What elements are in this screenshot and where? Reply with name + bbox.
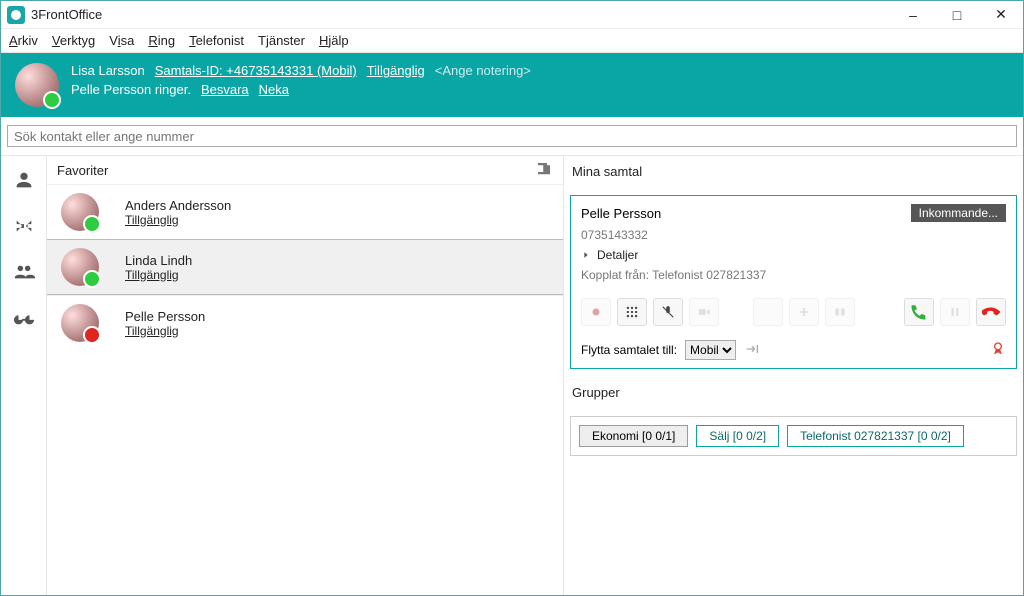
- main-area: Favoriter Anders Andersson Tillgänglig L…: [1, 156, 1023, 595]
- minimize-button[interactable]: –: [891, 1, 935, 29]
- favorites-panel: Favoriter Anders Andersson Tillgänglig L…: [47, 156, 563, 595]
- groups-box: Ekonomi [0 0/1] Sälj [0 0/2] Telefonist 02…: [570, 416, 1017, 456]
- group-button[interactable]: Telefonist 027821337 [0 0/2]: [787, 425, 964, 447]
- avatar: [61, 304, 99, 342]
- nav-rail: [1, 156, 47, 595]
- incoming-call-text: Pelle Persson ringer.: [71, 82, 191, 97]
- app-icon: [7, 6, 25, 24]
- group-button[interactable]: Sälj [0 0/2]: [696, 425, 779, 447]
- favorite-status[interactable]: Tillgänglig: [125, 324, 205, 338]
- transfer-button[interactable]: [753, 298, 783, 326]
- call-details-toggle[interactable]: Detaljer: [581, 248, 1006, 262]
- caller-id-link[interactable]: Samtals-ID: +46735143331 (Mobil): [155, 63, 357, 78]
- answer-button[interactable]: [904, 298, 934, 326]
- favorite-name: Pelle Persson: [125, 309, 205, 324]
- current-user-name: Lisa Larsson: [71, 63, 145, 78]
- call-caller-name: Pelle Persson: [581, 206, 661, 221]
- call-card: Pelle Persson Inkommande... 0735143332 D…: [570, 195, 1017, 369]
- move-call-icon[interactable]: [744, 341, 760, 360]
- menu-telefonist[interactable]: Telefonist: [189, 33, 244, 48]
- search-bar: [1, 117, 1023, 156]
- favorite-row[interactable]: Linda Lindh Tillgänglig: [47, 239, 563, 295]
- chevron-right-icon: [581, 250, 591, 260]
- move-call-select[interactable]: Mobil: [685, 340, 736, 360]
- groups-title: Grupper: [570, 381, 1017, 404]
- menu-visa[interactable]: Visa: [109, 33, 134, 48]
- move-call-label: Flytta samtalet till:: [581, 343, 677, 357]
- call-transferred-from: Kopplat från: Telefonist 027821337: [581, 268, 1006, 282]
- call-number: 0735143332: [581, 228, 1006, 242]
- ribbon-icon: [990, 341, 1006, 360]
- video-button[interactable]: [689, 298, 719, 326]
- menu-bar: Arkiv Verktyg Visa Ring Telefonist Tjäns…: [1, 29, 1023, 53]
- menu-hjalp[interactable]: Hjälp: [319, 33, 349, 48]
- favorite-row[interactable]: Pelle Persson Tillgänglig: [47, 295, 563, 350]
- calls-panel: Mina samtal Pelle Persson Inkommande... …: [563, 156, 1023, 595]
- decline-link[interactable]: Neka: [259, 82, 289, 97]
- contacts-icon[interactable]: [10, 166, 38, 194]
- search-input[interactable]: [7, 125, 1017, 147]
- voicemail-icon[interactable]: [10, 304, 38, 332]
- callflow-icon[interactable]: [10, 212, 38, 240]
- app-window: 3FrontOffice – □ ✕ Arkiv Verktyg Visa Ri…: [0, 0, 1024, 596]
- favorite-row[interactable]: Anders Andersson Tillgänglig: [47, 184, 563, 239]
- availability-link[interactable]: Tillgänglig: [367, 63, 425, 78]
- park-button[interactable]: [825, 298, 855, 326]
- close-button[interactable]: ✕: [979, 1, 1023, 29]
- record-button[interactable]: [581, 298, 611, 326]
- maximize-button[interactable]: □: [935, 1, 979, 29]
- menu-arkiv[interactable]: Arkiv: [9, 33, 38, 48]
- window-title: 3FrontOffice: [31, 7, 102, 22]
- favorite-name: Anders Andersson: [125, 198, 231, 213]
- favorites-title: Favoriter: [57, 163, 108, 178]
- calls-title: Mina samtal: [570, 160, 1017, 183]
- keypad-button[interactable]: [617, 298, 647, 326]
- favorite-name: Linda Lindh: [125, 253, 192, 268]
- menu-verktyg[interactable]: Verktyg: [52, 33, 95, 48]
- menu-tjanster[interactable]: Tjänster: [258, 33, 305, 48]
- avatar: [61, 248, 99, 286]
- hangup-button[interactable]: [976, 298, 1006, 326]
- note-placeholder[interactable]: <Ange notering>: [435, 63, 531, 78]
- favorite-status[interactable]: Tillgänglig: [125, 268, 192, 282]
- menu-ring[interactable]: Ring: [148, 33, 175, 48]
- add-call-button[interactable]: [789, 298, 819, 326]
- mute-button[interactable]: [653, 298, 683, 326]
- groups-icon[interactable]: [10, 258, 38, 286]
- title-bar: 3FrontOffice – □ ✕: [1, 1, 1023, 29]
- user-header: Lisa Larsson Samtals-ID: +46735143331 (M…: [1, 53, 1023, 117]
- avatar: [61, 193, 99, 231]
- devices-icon[interactable]: [535, 160, 553, 181]
- group-button[interactable]: Ekonomi [0 0/1]: [579, 425, 688, 447]
- favorite-status[interactable]: Tillgänglig: [125, 213, 231, 227]
- avatar[interactable]: [15, 63, 59, 107]
- answer-link[interactable]: Besvara: [201, 82, 249, 97]
- hold-button[interactable]: [940, 298, 970, 326]
- call-status-badge: Inkommande...: [911, 204, 1006, 222]
- call-controls: [581, 298, 1006, 326]
